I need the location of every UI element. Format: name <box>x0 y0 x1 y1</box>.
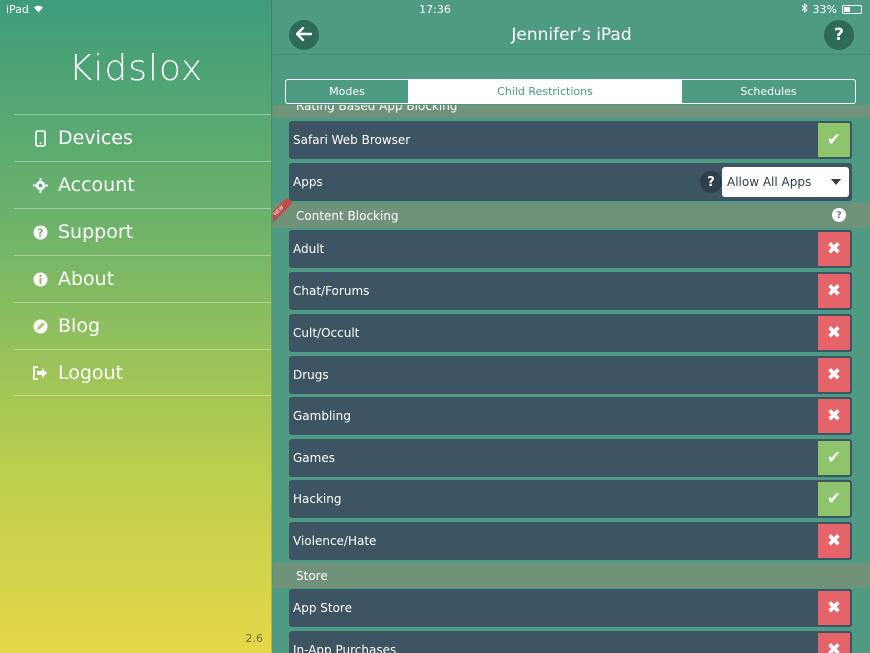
select-value: Allow All Apps <box>727 175 812 189</box>
app-version: 2.6 <box>245 632 264 645</box>
block-toggle[interactable]: ✖ <box>816 230 852 268</box>
row-label: Adult <box>293 242 325 256</box>
row-label: Drugs <box>293 368 329 382</box>
row-gambling: Gambling ✖ <box>289 397 852 435</box>
gear-icon <box>32 177 48 193</box>
sidebar-item-label: About <box>58 268 115 290</box>
help-button[interactable]: ? <box>824 20 854 50</box>
bluetooth-icon <box>801 2 808 16</box>
sidebar-item-logout[interactable]: Logout <box>14 349 271 396</box>
row-label: Chat/Forums <box>293 284 370 298</box>
sidebar-item-label: Support <box>58 221 134 243</box>
sidebar-nav: Devices Account ? Support About Blog Log… <box>14 114 271 396</box>
sidebar-item-about[interactable]: About <box>14 255 271 302</box>
row-label: Gambling <box>293 409 351 423</box>
sidebar-item-label: Account <box>58 174 135 196</box>
info-icon <box>32 271 48 287</box>
block-toggle[interactable]: ✖ <box>816 522 852 560</box>
phone-icon <box>32 129 48 147</box>
allow-toggle[interactable]: ✔ <box>816 439 852 477</box>
tab-child-restrictions[interactable]: Child Restrictions <box>409 80 681 103</box>
clock: 17:36 <box>419 3 451 16</box>
row-chat-forums: Chat/Forums ✖ <box>289 272 852 310</box>
row-label: Hacking <box>293 492 342 506</box>
check-icon: ✔ <box>826 489 842 509</box>
sidebar: Kidslox Devices Account ? Support About <box>0 0 272 653</box>
sidebar-item-label: Logout <box>58 361 124 384</box>
battery-icon <box>842 5 862 14</box>
restrictions-list: Rating Based App Blocking Safari Web Bro… <box>273 105 870 653</box>
allow-toggle[interactable]: ✔ <box>816 121 852 159</box>
segmented-tabs: Modes Child Restrictions Schedules <box>285 79 856 104</box>
row-hacking: Hacking ✔ <box>289 480 852 518</box>
status-bar: iPad 17:36 33% <box>0 0 870 18</box>
block-toggle[interactable]: ✖ <box>816 631 852 653</box>
row-in-app-purchases: In-App Purchases ✖ <box>289 631 852 653</box>
block-toggle[interactable]: ✖ <box>816 272 852 310</box>
block-toggle[interactable]: ✖ <box>816 397 852 435</box>
apps-rating-select[interactable]: Allow All Apps <box>722 167 849 197</box>
main-panel: Jennifer’s iPad ? Modes Child Restrictio… <box>273 0 870 653</box>
question-icon: ? <box>32 224 48 240</box>
row-apps: Apps ? Allow All Apps <box>289 163 852 201</box>
sidebar-item-support[interactable]: ? Support <box>14 208 271 255</box>
tab-schedules[interactable]: Schedules <box>681 80 855 103</box>
sidebar-item-account[interactable]: Account <box>14 161 271 208</box>
page-title: Jennifer’s iPad <box>511 25 632 45</box>
close-icon: ✖ <box>826 365 842 385</box>
close-icon: ✖ <box>826 323 842 343</box>
row-label: Violence/Hate <box>293 534 377 548</box>
row-drugs: Drugs ✖ <box>289 356 852 394</box>
sidebar-item-label: Devices <box>58 127 133 149</box>
row-adult: Adult ✖ <box>289 230 852 268</box>
sidebar-item-devices[interactable]: Devices <box>14 114 271 161</box>
close-icon: ✖ <box>826 239 842 259</box>
row-label: In-App Purchases <box>293 643 397 653</box>
battery-percent: 33% <box>812 3 837 16</box>
close-icon: ✖ <box>826 531 842 551</box>
check-icon: ✔ <box>826 130 842 150</box>
close-icon: ✖ <box>826 406 842 426</box>
row-label: Cult/Occult <box>293 326 360 340</box>
row-cult-occult: Cult/Occult ✖ <box>289 314 852 352</box>
svg-text:?: ? <box>37 226 43 239</box>
close-icon: ✖ <box>826 598 842 618</box>
tab-modes[interactable]: Modes <box>286 80 409 103</box>
logout-icon <box>32 365 48 381</box>
row-label: App Store <box>293 601 352 615</box>
section-title: Content Blocking <box>296 208 399 223</box>
section-header: NEW Content Blocking ? <box>273 197 870 228</box>
row-violence-hate: Violence/Hate ✖ <box>289 522 852 560</box>
close-icon: ✖ <box>826 281 842 301</box>
row-label: Safari Web Browser <box>293 133 411 147</box>
allow-toggle[interactable]: ✔ <box>816 480 852 518</box>
row-label: Apps <box>293 175 323 189</box>
block-toggle[interactable]: ✖ <box>816 589 852 627</box>
question-icon[interactable]: ? <box>832 208 846 222</box>
block-toggle[interactable]: ✖ <box>816 314 852 352</box>
pencil-icon <box>32 318 48 334</box>
block-toggle[interactable]: ✖ <box>816 356 852 394</box>
sidebar-item-blog[interactable]: Blog <box>14 302 271 349</box>
row-safari: Safari Web Browser ✔ <box>289 121 852 159</box>
app-logo: Kidslox <box>68 48 204 89</box>
row-games: Games ✔ <box>289 439 852 477</box>
new-ribbon: NEW <box>273 197 293 225</box>
row-label: Games <box>293 451 335 465</box>
section-header: Rating Based App Blocking <box>273 105 870 118</box>
sidebar-item-label: Blog <box>58 315 100 337</box>
apps-help-button[interactable]: ? <box>700 171 722 193</box>
section-header: Store <box>273 563 870 588</box>
check-icon: ✔ <box>826 448 842 468</box>
caret-down-icon <box>831 179 841 185</box>
row-app-store: App Store ✖ <box>289 589 852 627</box>
close-icon: ✖ <box>826 640 842 653</box>
